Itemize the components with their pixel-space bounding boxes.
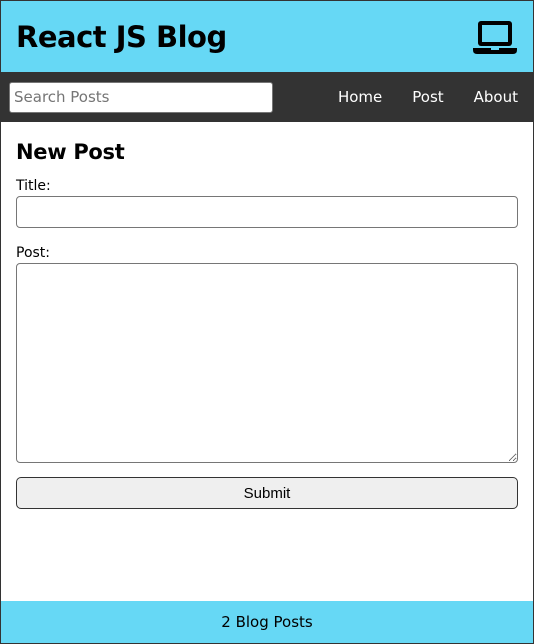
nav-link-about[interactable]: About <box>474 88 518 106</box>
post-textarea[interactable] <box>16 263 518 463</box>
laptop-icon <box>473 20 517 54</box>
header: React JS Blog <box>1 1 533 72</box>
search-input[interactable] <box>9 81 273 113</box>
new-post-section: New Post Title: Post: Submit <box>1 122 533 601</box>
nav-links: Home Post About <box>308 88 518 106</box>
nav-link-post[interactable]: Post <box>412 88 443 106</box>
post-count: 2 Blog Posts <box>221 613 313 631</box>
post-label: Post: <box>16 245 51 261</box>
nav-link-home[interactable]: Home <box>338 88 382 106</box>
site-title: React JS Blog <box>16 19 227 54</box>
app-window: React JS Blog Home Post About New Post T… <box>0 0 534 644</box>
page-title: New Post <box>16 140 125 164</box>
title-label: Title: <box>16 178 51 194</box>
title-input[interactable] <box>16 196 518 228</box>
submit-button[interactable]: Submit <box>16 477 518 509</box>
nav-bar: Home Post About <box>1 72 533 122</box>
footer: 2 Blog Posts <box>1 601 533 643</box>
